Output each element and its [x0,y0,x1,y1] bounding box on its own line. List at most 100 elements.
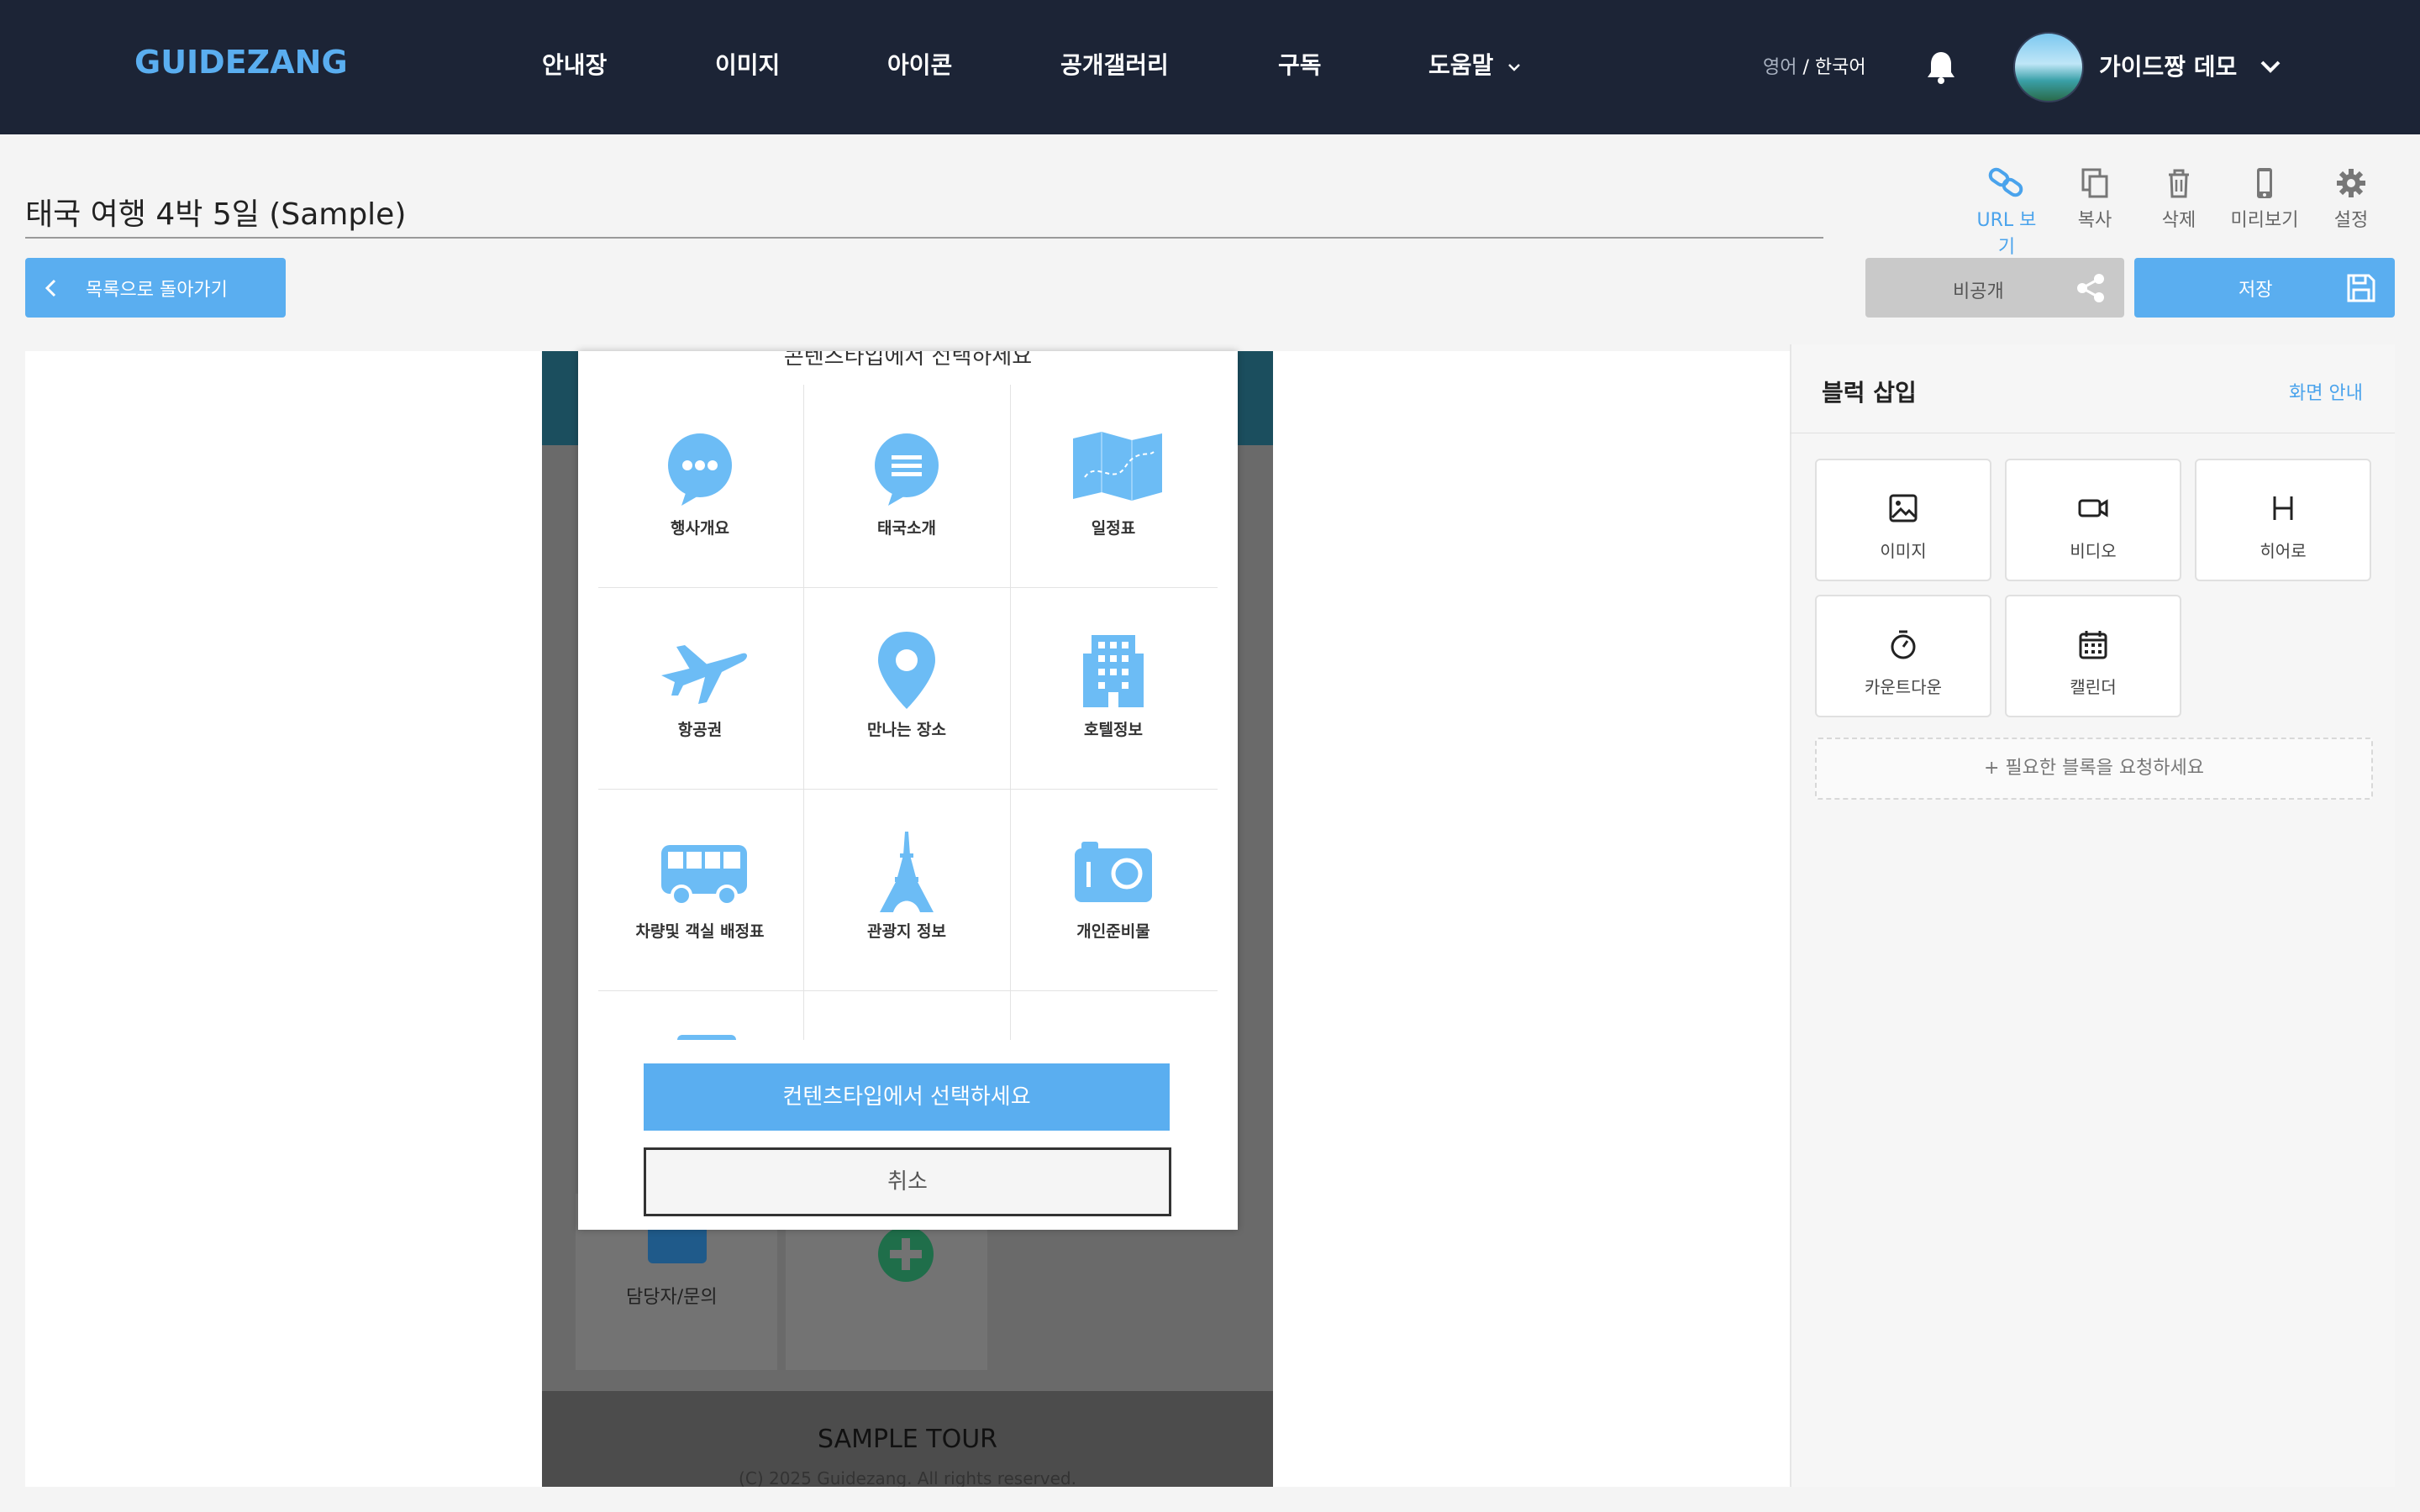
preview-label: 미리보기 [2230,210,2299,231]
settings-label: 설정 [2333,210,2369,231]
content-type-label: 행사개요 [671,519,729,538]
content-type-hotel[interactable]: 호텔정보 [1010,588,1217,790]
building-icon [1083,635,1144,707]
copy-label: 복사 [2077,210,2112,231]
request-block-button[interactable]: + 필요한 블록을 요청하세요 [1815,738,2373,800]
nav-item-icons[interactable]: 아이콘 [887,47,952,81]
video-icon [2078,499,2108,517]
save-button[interactable]: 저장 [2134,258,2395,318]
location-pin-icon [878,632,935,709]
content-type-vehicle-room[interactable]: 차량및 객실 배정표 [597,790,803,991]
logo[interactable]: GUIDEZANG [134,44,348,81]
modal-heading: 콘텐츠타입에서 선택하세요 [783,351,1033,370]
private-label: 비공개 [1953,281,2004,302]
nav-item-subscribe[interactable]: 구독 [1278,47,1322,81]
chevron-down-icon [2260,60,2281,73]
calendar-icon [2079,631,2107,659]
block-label: 이미지 [1880,541,1927,561]
block-countdown[interactable]: 카운트다운 [1815,595,1991,717]
page-title[interactable]: 태국 여행 4박 5일 (Sample) [25,190,406,234]
copy-icon [2081,168,2108,198]
content-type-label: 관광지 정보 [866,922,946,941]
preview-button[interactable]: 미리보기 [2227,166,2302,232]
nav-item-help[interactable]: 도움말 [1428,47,1522,81]
chat-lines-icon [875,433,939,506]
block-label: 카운트다운 [1865,677,1942,697]
stopwatch-icon [1891,630,1916,659]
chat-dots-icon [668,433,732,506]
contact-label: 담당자/문의 [626,1287,718,1308]
content-type-partial-icon [677,1035,736,1040]
language-switcher[interactable]: 영어 / 한국어 [1763,52,1866,79]
bus-icon [661,845,747,906]
block-hero[interactable]: 히어로 [2195,459,2371,581]
content-type-label: 태국소개 [877,519,936,538]
phone-icon [2257,168,2272,198]
block-label: 캘린더 [2070,677,2117,697]
screen-guide-link[interactable]: 화면 안내 [2289,378,2363,405]
chevron-down-icon [1508,64,1520,71]
trash-icon [2169,169,2189,198]
airplane-icon [661,645,747,704]
user-menu[interactable]: 가이드짱 데모 [2099,49,2282,82]
url-view-label: URL 보기 [1976,210,2037,258]
avatar[interactable] [2013,32,2084,102]
content-type-label: 일정표 [1091,519,1136,538]
plus-icon[interactable] [878,1226,934,1282]
content-type-label: 만나는 장소 [866,721,946,739]
lang-korean[interactable]: 한국어 [1815,57,1866,78]
back-to-list-button[interactable]: 목록으로 돌아가기 [25,258,286,318]
lang-separator: / [1797,57,1815,78]
content-type-meeting-place[interactable]: 만나는 장소 [803,588,1010,790]
share-icon [2077,274,2104,302]
content-type-overview[interactable]: 행사개요 [597,386,803,588]
save-label: 저장 [2238,280,2273,301]
content-type-label: 호텔정보 [1084,721,1143,739]
copy-button[interactable]: 복사 [2057,166,2133,232]
settings-button[interactable]: 설정 [2313,166,2389,232]
select-content-type-button[interactable]: 컨텐츠타입에서 선택하세요 [644,1063,1170,1131]
panel-divider [1790,344,1791,1487]
image-icon [1889,494,1918,522]
block-label: 비디오 [2070,541,2117,561]
eiffel-tower-icon [880,832,934,912]
nav-item-images[interactable]: 이미지 [715,47,780,81]
title-underline [25,237,1823,239]
nav-item-guide[interactable]: 안내장 [542,47,607,81]
floppy-disk-icon [2347,274,2375,302]
content-type-label: 차량및 객실 배정표 [635,922,765,941]
url-view-button[interactable]: URL 보기 [1969,166,2044,259]
camera-icon [1075,842,1152,902]
chevron-left-icon [45,279,56,297]
private-toggle-button[interactable]: 비공개 [1865,258,2124,318]
content-type-label: 개인준비물 [1076,922,1150,941]
delete-label: 삭제 [2161,210,2196,231]
block-label: 히어로 [2260,541,2307,561]
heading-icon [2273,496,2293,520]
content-type-grid: 콘텐츠타입에서 선택하세요 행사개요 태국소개 일정표 항공권 만나는 장소 호… [578,351,1238,1040]
username: 가이드짱 데모 [2099,53,2238,81]
panel-title: 블럭 삽입 [1822,379,1917,407]
back-label: 목록으로 돌아가기 [86,280,228,301]
content-type-label: 항공권 [677,721,723,739]
gear-icon [2337,169,2365,197]
nav-item-gallery[interactable]: 공개갤러리 [1060,47,1169,81]
bell-icon[interactable] [1924,49,1958,86]
block-video[interactable]: 비디오 [2005,459,2181,581]
content-type-personal-items[interactable]: 개인준비물 [1010,790,1217,991]
block-image[interactable]: 이미지 [1815,459,1991,581]
content-type-modal: 콘텐츠타입에서 선택하세요 행사개요 태국소개 일정표 항공권 만나는 장소 호… [578,351,1238,1230]
content-type-itinerary[interactable]: 일정표 [1010,386,1217,588]
map-icon [1073,432,1162,501]
lang-english[interactable]: 영어 [1763,57,1797,78]
delete-button[interactable]: 삭제 [2141,166,2217,232]
content-type-sightseeing[interactable]: 관광지 정보 [803,790,1010,991]
content-type-thailand[interactable]: 태국소개 [803,386,1010,588]
cancel-button[interactable]: 취소 [644,1147,1171,1216]
block-calendar[interactable]: 캘린더 [2005,595,2181,717]
content-type-flight[interactable]: 항공권 [597,588,803,790]
link-icon [1988,167,2023,197]
nav-help-label: 도움말 [1428,51,1494,79]
footer-title: SAMPLE TOUR [817,1425,998,1454]
footer-copyright: (C) 2025 Guidezang. All rights reserved. [739,1468,1076,1487]
